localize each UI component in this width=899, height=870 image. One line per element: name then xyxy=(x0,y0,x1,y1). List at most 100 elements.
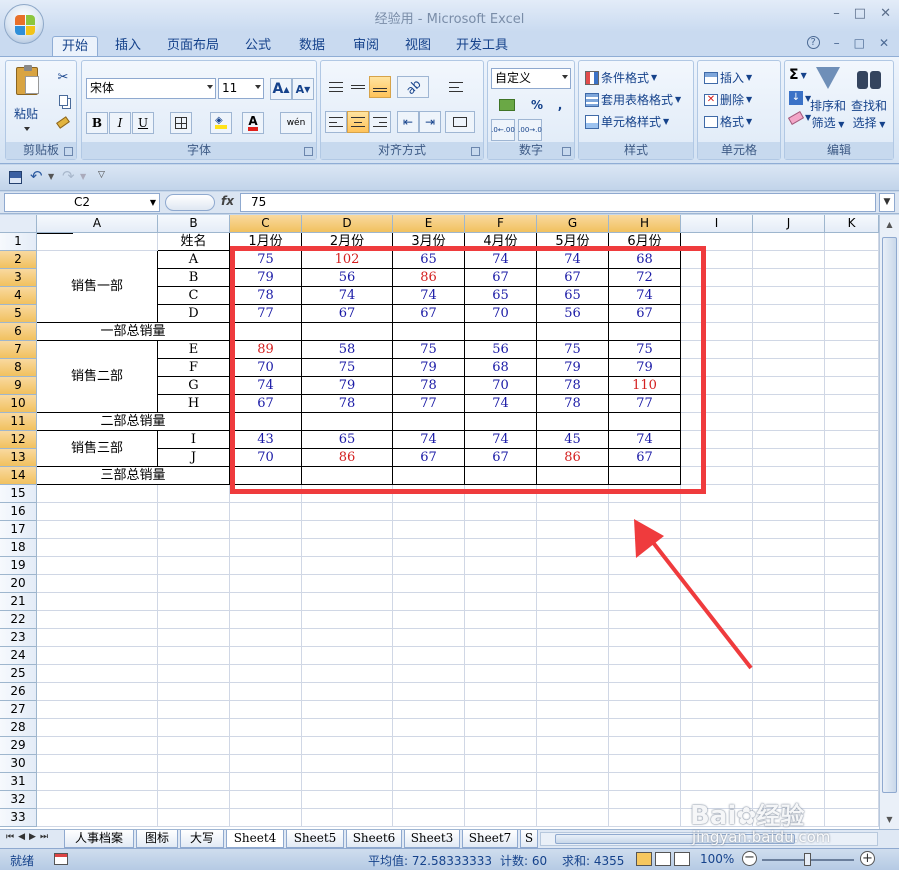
grid-cell[interactable] xyxy=(537,575,609,593)
autosum-button[interactable]: Σ ▼ xyxy=(789,67,807,83)
grid-cell[interactable] xyxy=(753,773,825,791)
row-header-32[interactable]: 32 xyxy=(0,791,37,809)
ribbon-close-button[interactable]: ✕ xyxy=(879,36,889,50)
grid-cell[interactable] xyxy=(537,665,609,683)
grid-cell[interactable] xyxy=(393,809,465,827)
grid-cell[interactable] xyxy=(825,395,879,413)
minimize-button[interactable]: – xyxy=(833,6,840,21)
row-header-29[interactable]: 29 xyxy=(0,737,37,755)
grid-cell[interactable] xyxy=(681,521,753,539)
number-format-select[interactable]: 自定义 xyxy=(491,68,571,89)
row-header-26[interactable]: 26 xyxy=(0,683,37,701)
grid-cell[interactable] xyxy=(230,791,302,809)
group-name-cell[interactable]: 销售一部 xyxy=(37,251,158,323)
phonetic-button[interactable]: wén xyxy=(280,112,312,134)
grid-cell[interactable] xyxy=(302,773,393,791)
page-layout-view-icon[interactable] xyxy=(655,852,671,866)
grid-cell[interactable] xyxy=(302,737,393,755)
font-color-button[interactable]: A xyxy=(242,112,264,134)
grid-cell[interactable] xyxy=(753,485,825,503)
row-header-23[interactable]: 23 xyxy=(0,629,37,647)
grid-cell[interactable] xyxy=(753,701,825,719)
grid-cell[interactable] xyxy=(825,521,879,539)
grid-cell[interactable] xyxy=(825,755,879,773)
row-header-2[interactable]: 2 xyxy=(0,251,37,269)
grid-cell[interactable] xyxy=(465,629,537,647)
column-header-c[interactable]: C xyxy=(230,215,302,233)
decrease-indent-button[interactable]: ⇤ xyxy=(397,111,419,133)
grid-cell[interactable] xyxy=(37,791,158,809)
grid-cell[interactable] xyxy=(393,683,465,701)
grid-cell[interactable] xyxy=(825,719,879,737)
grid-cell[interactable] xyxy=(37,629,158,647)
tab-view[interactable]: 视图 xyxy=(396,36,440,57)
ribbon-minimize-button[interactable]: – xyxy=(834,36,840,50)
zoom-slider-thumb[interactable] xyxy=(804,853,811,866)
grid-cell[interactable] xyxy=(465,791,537,809)
sheet-tab-6[interactable]: Sheet6 xyxy=(346,830,402,848)
column-header-h[interactable]: H xyxy=(609,215,681,233)
align-center-button[interactable] xyxy=(347,111,369,133)
grid-cell[interactable] xyxy=(825,305,879,323)
grid-cell[interactable] xyxy=(37,773,158,791)
help-icon[interactable]: ? xyxy=(806,36,820,49)
tab-formulas[interactable]: 公式 xyxy=(236,36,280,57)
row-header-21[interactable]: 21 xyxy=(0,593,37,611)
grid-cell[interactable] xyxy=(230,611,302,629)
grid-cell[interactable] xyxy=(753,521,825,539)
row-header-11[interactable]: 11 xyxy=(0,413,37,431)
grid-cell[interactable] xyxy=(465,575,537,593)
row-header-8[interactable]: 8 xyxy=(0,359,37,377)
grid-cell[interactable] xyxy=(681,683,753,701)
fill-color-button[interactable]: ◈ xyxy=(210,112,232,134)
grid-cell[interactable] xyxy=(681,665,753,683)
sheet-nav-buttons[interactable]: ⏮◀▶⏭ xyxy=(6,832,52,842)
increase-indent-button[interactable]: ⇥ xyxy=(419,111,441,133)
grid-cell[interactable] xyxy=(302,809,393,827)
row-header-1[interactable]: 1 xyxy=(0,233,37,251)
decrease-decimal-button[interactable]: .00→.0 xyxy=(518,119,542,141)
fill-button[interactable]: ↓ ▼ xyxy=(789,91,811,105)
row-header-6[interactable]: 6 xyxy=(0,323,37,341)
cell-styles-button[interactable]: 单元格样式 ▼ xyxy=(585,113,669,130)
grid-cell[interactable] xyxy=(609,665,681,683)
grid-cell[interactable] xyxy=(753,755,825,773)
sort-filter-button[interactable]: 排序和 筛选 ▼ xyxy=(809,67,847,137)
maximize-button[interactable]: □ xyxy=(854,6,866,21)
grid-cell[interactable] xyxy=(393,521,465,539)
column-header-e[interactable]: E xyxy=(393,215,465,233)
grid-cell[interactable] xyxy=(825,323,879,341)
grid-cell[interactable] xyxy=(753,269,825,287)
tab-review[interactable]: 审阅 xyxy=(344,36,388,57)
grid-cell[interactable] xyxy=(230,773,302,791)
grid-cell[interactable] xyxy=(537,791,609,809)
grid-cell[interactable] xyxy=(753,737,825,755)
grid-cell[interactable] xyxy=(302,719,393,737)
grid-cell[interactable] xyxy=(537,683,609,701)
grid-cell[interactable] xyxy=(681,629,753,647)
column-header-d[interactable]: D xyxy=(302,215,393,233)
sheet-tab-9[interactable]: S xyxy=(520,830,538,848)
grid-cell[interactable] xyxy=(393,665,465,683)
grid-cell[interactable] xyxy=(753,629,825,647)
sheet-tab-1[interactable]: 人事档案 xyxy=(64,830,134,848)
italic-button[interactable]: I xyxy=(109,112,131,134)
sheet-tab-3[interactable]: 大写 xyxy=(180,830,224,848)
grid-cell[interactable] xyxy=(609,683,681,701)
grid-cell[interactable] xyxy=(825,773,879,791)
formula-divider-handle[interactable] xyxy=(165,194,215,211)
page-break-view-icon[interactable] xyxy=(674,852,690,866)
grid-cell[interactable] xyxy=(37,503,158,521)
clipboard-dialog-launcher[interactable] xyxy=(64,147,73,156)
grid-cell[interactable] xyxy=(37,233,158,251)
undo-icon[interactable]: ↶ xyxy=(30,167,43,185)
row-header-18[interactable]: 18 xyxy=(0,539,37,557)
grid-cell[interactable] xyxy=(681,611,753,629)
sheet-tab-5[interactable]: Sheet5 xyxy=(286,830,344,848)
grid-cell[interactable] xyxy=(537,737,609,755)
grid-cell[interactable] xyxy=(393,557,465,575)
grid-cell[interactable] xyxy=(158,557,230,575)
grid-cell[interactable] xyxy=(37,809,158,827)
tab-page-layout[interactable]: 页面布局 xyxy=(162,36,224,57)
scroll-up-arrow[interactable]: ▲ xyxy=(882,217,897,232)
